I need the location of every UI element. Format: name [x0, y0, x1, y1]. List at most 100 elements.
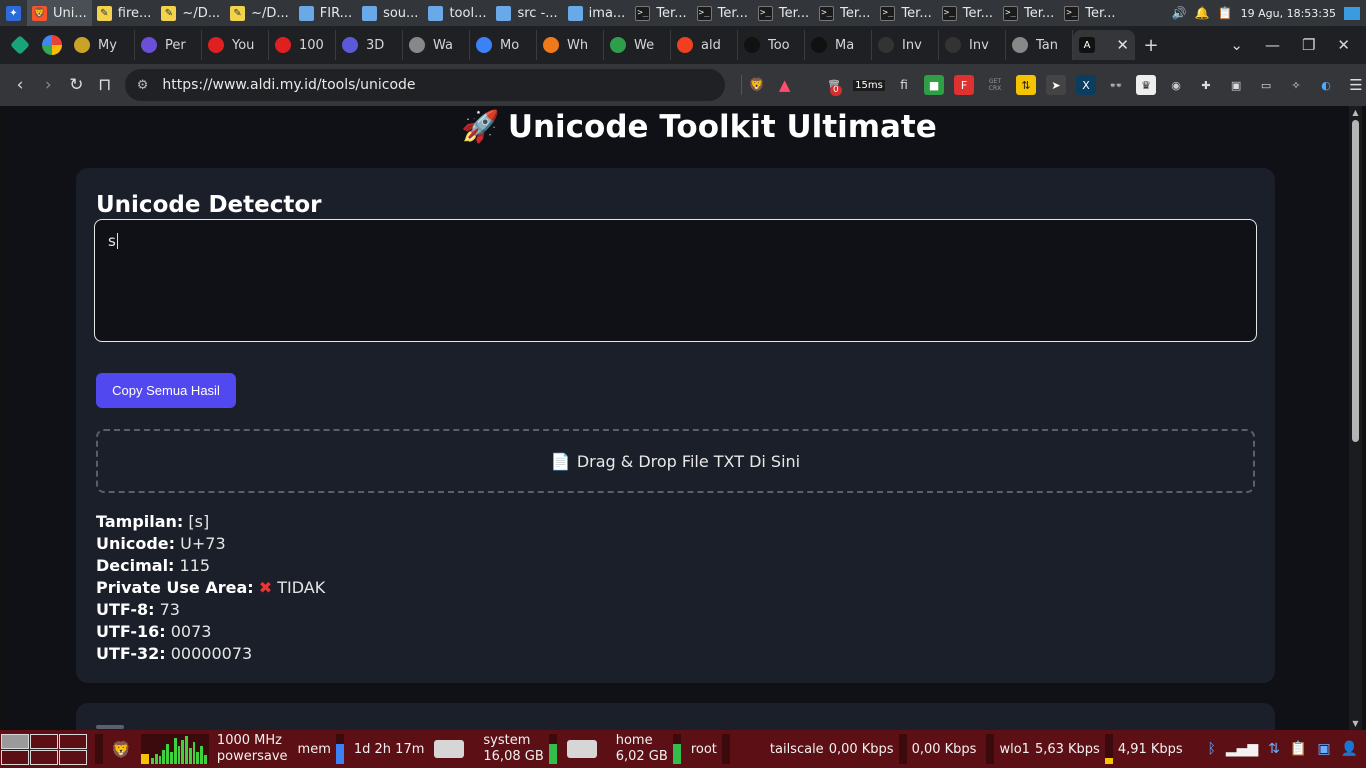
file-dropzone[interactable]: 📄 Drag & Drop File TXT Di Sini: [96, 429, 1255, 493]
close-window-icon[interactable]: ✕: [1337, 36, 1350, 54]
bluetooth-icon[interactable]: ᛒ: [1207, 741, 1215, 757]
signal-icon[interactable]: ▂▄▆: [1226, 741, 1258, 757]
taskbar-item[interactable]: >_ Ter...: [753, 0, 814, 26]
taskbar-item[interactable]: >_ Ter...: [875, 0, 936, 26]
pinned-tab-2[interactable]: [36, 30, 68, 60]
desktop-6[interactable]: [59, 749, 87, 765]
site-info-icon[interactable]: ⚙: [137, 78, 149, 93]
page-scrollbar[interactable]: ▲ ▼: [1349, 106, 1362, 730]
desktop-5[interactable]: [30, 749, 58, 765]
taskbar-item[interactable]: FIR...: [294, 0, 357, 26]
browser-tab[interactable]: 100: [269, 30, 336, 60]
clipboard-icon[interactable]: 📋: [1218, 6, 1233, 20]
taskbar-item[interactable]: ✎ ~/D...: [225, 0, 294, 26]
browser-tab[interactable]: Inv: [872, 30, 939, 60]
browser-tab[interactable]: Wa: [403, 30, 470, 60]
browser-tab[interactable]: We: [604, 30, 671, 60]
ping-ext-icon[interactable]: 15ms: [853, 75, 885, 95]
taskbar-item[interactable]: tool...: [423, 0, 491, 26]
taskbar-item[interactable]: ✎ ~/D...: [156, 0, 225, 26]
puzzle-icon[interactable]: ✚: [1196, 75, 1216, 95]
taskbar-item[interactable]: >_ Ter...: [692, 0, 753, 26]
clipboard-tray-icon[interactable]: 📋: [1290, 741, 1307, 757]
taskbar-item[interactable]: >_ Ter...: [630, 0, 691, 26]
menu-icon[interactable]: ☰: [1346, 75, 1366, 95]
desktop-1[interactable]: [1, 733, 29, 749]
taskbar-item[interactable]: 🦁 Uni...: [27, 0, 92, 26]
browser-tab[interactable]: Inv: [939, 30, 1006, 60]
taskbar-item[interactable]: ✎ fire...: [92, 0, 157, 26]
browser-tab[interactable]: Wh: [537, 30, 604, 60]
document-icon: 📄: [550, 451, 571, 471]
wallet-icon[interactable]: ▭: [1256, 75, 1276, 95]
cursor-ext-icon[interactable]: ➤: [1046, 75, 1067, 95]
record-ext-icon[interactable]: ◉: [1166, 75, 1186, 95]
user-icon[interactable]: 👤: [1341, 741, 1358, 757]
maximize-icon[interactable]: ❐: [1302, 36, 1315, 54]
copy-all-button[interactable]: Copy Semua Hasil: [96, 373, 236, 408]
browser-tab[interactable]: Mo: [470, 30, 537, 60]
tailscale-up: 0,00 Kbps: [911, 741, 977, 757]
bookmark-icon[interactable]: ⊓: [91, 70, 119, 100]
app-launcher[interactable]: ✦: [0, 0, 27, 26]
font-ext-icon[interactable]: fi: [894, 75, 914, 95]
address-bar[interactable]: ⚙ https://www.aldi.my.id/tools/unicode: [124, 69, 726, 101]
new-tab-button[interactable]: +: [1135, 30, 1167, 60]
forward-button[interactable]: ›: [34, 70, 62, 100]
taskbar-item[interactable]: src -...: [491, 0, 562, 26]
scroll-down-icon[interactable]: ▼: [1351, 719, 1360, 728]
browser-tab[interactable]: You: [202, 30, 269, 60]
tab-favicon-icon: [1012, 37, 1028, 53]
pinned-tab-1[interactable]: [4, 30, 36, 60]
hat-ext-icon[interactable]: ♛: [1136, 75, 1157, 95]
taskbar-item[interactable]: sou...: [357, 0, 423, 26]
desktop-4[interactable]: [1, 749, 29, 765]
desktop-pager[interactable]: [1, 733, 87, 765]
scrollbar-thumb[interactable]: [1352, 120, 1359, 442]
brave-shield-icon[interactable]: 🦁: [741, 75, 765, 95]
browser-tab[interactable]: Ma: [805, 30, 872, 60]
scroll-up-icon[interactable]: ▲: [1351, 108, 1360, 117]
sidebar-icon[interactable]: ▣: [1226, 75, 1246, 95]
tab-active[interactable]: A ✕: [1073, 30, 1135, 60]
taskbar-item[interactable]: >_ Ter...: [998, 0, 1059, 26]
sort-ext-icon[interactable]: ⇅: [1016, 75, 1037, 95]
browser-tab[interactable]: ald: [671, 30, 738, 60]
text-input[interactable]: s: [94, 219, 1257, 342]
volume-icon[interactable]: 🔊: [1172, 6, 1187, 20]
show-desktop-icon[interactable]: [1344, 6, 1360, 20]
desktop-2[interactable]: [30, 733, 58, 749]
screen-ext-icon[interactable]: ■: [924, 75, 945, 95]
back-button[interactable]: ‹: [6, 70, 34, 100]
taskbar-item[interactable]: >_ Ter...: [814, 0, 875, 26]
minimize-icon[interactable]: —: [1265, 36, 1280, 54]
flag-ext-icon[interactable]: F: [954, 75, 975, 95]
tab-search-icon[interactable]: ⌄: [1230, 36, 1243, 54]
clock[interactable]: 19 Agu, 18:53:35: [1241, 7, 1336, 20]
network-icon[interactable]: ⇅: [1268, 741, 1280, 757]
notification-icon[interactable]: 🔔: [1195, 6, 1210, 20]
glasses-ext-icon[interactable]: 👓: [1106, 75, 1126, 95]
desktop-3[interactable]: [59, 733, 87, 749]
url-text[interactable]: https://www.aldi.my.id/tools/unicode: [162, 77, 713, 93]
screenshot-icon[interactable]: ▣: [1317, 741, 1330, 757]
taskbar-item-label: FIR...: [319, 5, 353, 21]
vpn-icon[interactable]: ◐: [1316, 75, 1336, 95]
trash-ext-icon[interactable]: 🗑0: [824, 75, 844, 96]
browser-tab[interactable]: Tan: [1006, 30, 1073, 60]
browser-tab[interactable]: My: [68, 30, 135, 60]
browser-tab[interactable]: 3D: [336, 30, 403, 60]
brave-rewards-icon[interactable]: ▲: [775, 75, 794, 95]
x-ext-icon[interactable]: X: [1076, 75, 1097, 95]
folder-icon: [298, 5, 314, 21]
reload-button[interactable]: ↻: [62, 70, 90, 100]
taskbar-item[interactable]: >_ Ter...: [937, 0, 998, 26]
close-tab-icon[interactable]: ✕: [1116, 36, 1129, 54]
browser-tab[interactable]: Per: [135, 30, 202, 60]
leo-ai-icon[interactable]: ✧: [1286, 75, 1306, 95]
browser-tab[interactable]: Too: [738, 30, 805, 60]
taskbar-item[interactable]: ima...: [563, 0, 631, 26]
brave-panel-icon[interactable]: 🦁: [111, 740, 131, 759]
taskbar-item[interactable]: >_ Ter...: [1059, 0, 1120, 26]
crx-ext-icon[interactable]: GET CRX: [984, 75, 1006, 95]
